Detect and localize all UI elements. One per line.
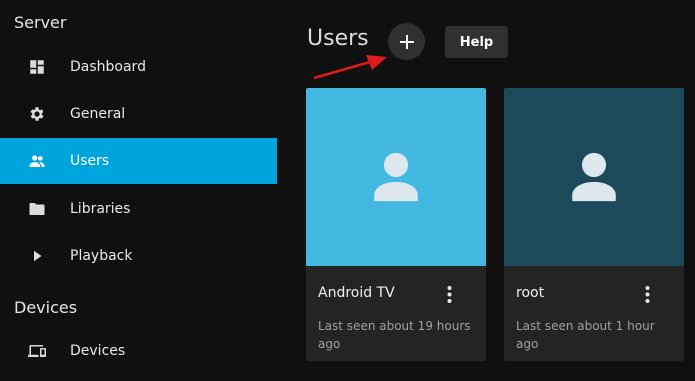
- add-user-button[interactable]: [388, 23, 425, 60]
- user-icon: [572, 152, 616, 202]
- sidebar-item-libraries[interactable]: Libraries: [0, 186, 277, 232]
- dashboard-icon: [28, 58, 46, 76]
- sidebar-item-label: Playback: [70, 248, 133, 264]
- play-icon: [28, 247, 46, 265]
- folder-icon: [28, 200, 46, 218]
- annotation-arrow-icon: [313, 55, 387, 80]
- sidebar-item-label: Users: [70, 153, 110, 169]
- sidebar: Server Dashboard General Users Libraries…: [0, 0, 277, 381]
- help-button[interactable]: Help: [445, 26, 508, 58]
- sidebar-item-label: Dashboard: [70, 59, 146, 75]
- user-card-root[interactable]: root Last seen about 1 hour ago: [504, 88, 684, 361]
- user-name: Android TV: [318, 285, 395, 301]
- user-name: root: [516, 285, 545, 301]
- user-icon: [374, 152, 418, 202]
- sidebar-item-devices[interactable]: Devices: [0, 328, 277, 374]
- sidebar-item-users[interactable]: Users: [0, 138, 277, 184]
- last-seen-text: Last seen about 1 hour ago: [516, 319, 655, 351]
- devices-icon: [28, 342, 46, 360]
- sidebar-item-dashboard[interactable]: Dashboard: [0, 44, 277, 90]
- sidebar-item-label: Libraries: [70, 201, 131, 217]
- people-icon: [28, 152, 46, 170]
- sidebar-item-label: Devices: [70, 343, 126, 359]
- user-card-android-tv[interactable]: Android TV Last seen about 19 hours ago: [306, 88, 486, 361]
- more-options-icon[interactable]: [640, 284, 654, 304]
- last-seen-text: Last seen about 19 hours ago: [318, 319, 471, 351]
- user-avatar: [306, 88, 486, 266]
- gear-icon: [28, 105, 46, 123]
- sidebar-item-playback[interactable]: Playback: [0, 233, 277, 279]
- sidebar-item-label: General: [70, 106, 126, 122]
- user-avatar: [504, 88, 684, 266]
- more-options-icon[interactable]: [442, 284, 456, 304]
- plus-icon: [399, 34, 414, 49]
- page-title: Users: [307, 26, 369, 51]
- section-title-devices: Devices: [14, 298, 78, 317]
- sidebar-item-general[interactable]: General: [0, 91, 277, 137]
- section-title-server: Server: [14, 13, 67, 32]
